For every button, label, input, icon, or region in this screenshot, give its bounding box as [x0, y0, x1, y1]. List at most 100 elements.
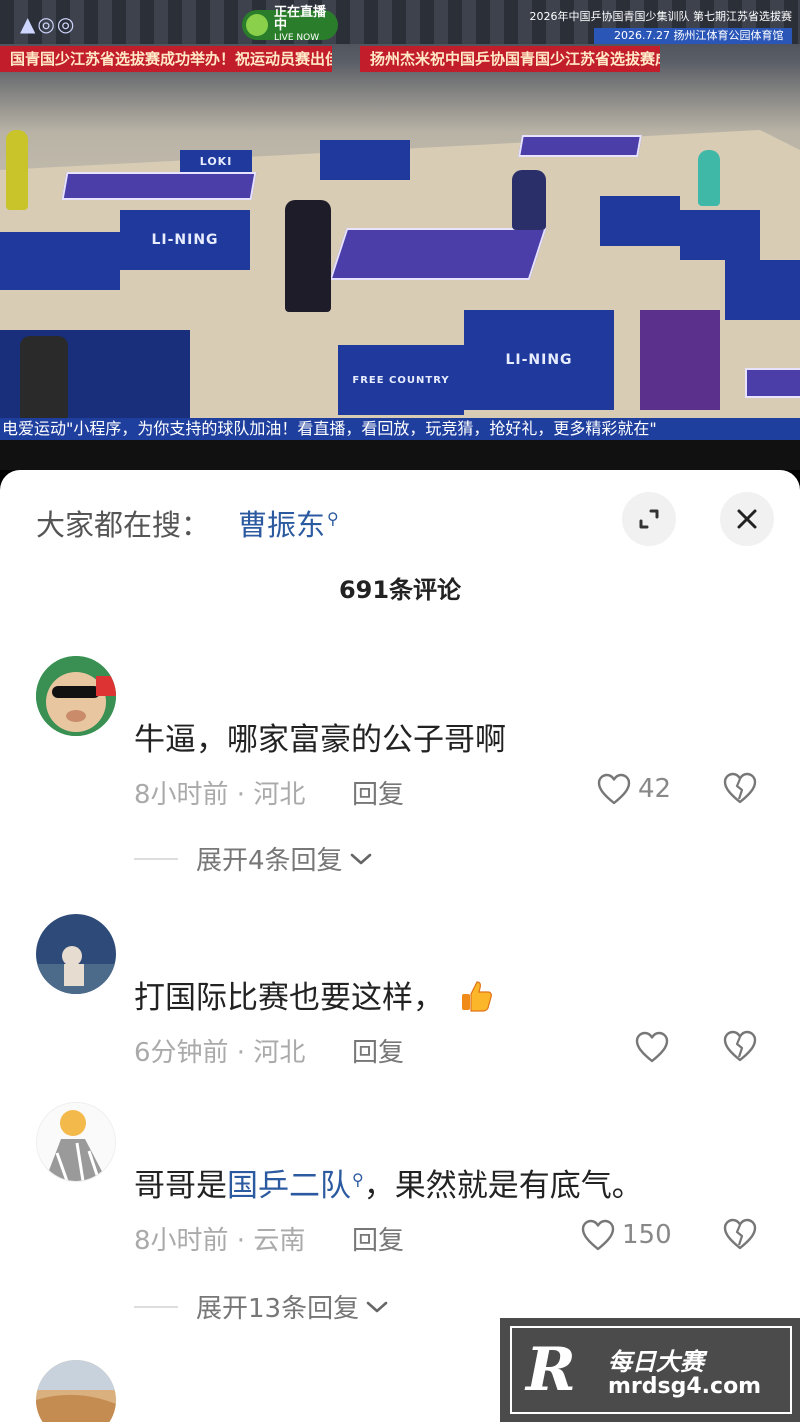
- reply-button[interactable]: 回复: [352, 1032, 404, 1069]
- avatar[interactable]: [36, 914, 116, 994]
- divider-line: [134, 857, 178, 860]
- comment-text: 打国际比赛也要这样，: [134, 972, 494, 1017]
- broadcaster-logo: ▲◎◎: [20, 12, 77, 36]
- ping-pong-table: [745, 368, 800, 398]
- search-icon: ⚲: [327, 509, 339, 529]
- comment-location: 河北: [253, 1038, 306, 1068]
- avatar-image: [36, 1360, 116, 1422]
- comment-meta: 8小时前 · 河北: [134, 780, 306, 810]
- ping-pong-table: [518, 135, 642, 157]
- court-fence: LI-NING: [464, 310, 614, 410]
- close-button[interactable]: [720, 492, 774, 546]
- comment-meta: 8小时前 · 云南: [134, 1226, 306, 1256]
- court-fence: [320, 140, 410, 180]
- broken-heart-icon: [723, 772, 757, 804]
- broken-heart-icon: [723, 1030, 757, 1062]
- comment-text-content: 打国际比赛也要这样，: [134, 980, 444, 1016]
- comment-text-after: ，果然就是有底气。: [363, 1168, 643, 1204]
- player-figure: [512, 170, 546, 230]
- court-fence: LOKI: [180, 150, 252, 172]
- avatar-image: [36, 914, 116, 994]
- watermark-url: mrdsg4.com: [608, 1374, 762, 1399]
- fence-brand-text: LI-NING: [505, 352, 573, 368]
- heart-icon: [597, 773, 631, 805]
- heart-icon: [635, 1031, 669, 1063]
- comment-count: 691条评论: [338, 576, 462, 604]
- like-button[interactable]: 150: [580, 1217, 672, 1253]
- arena-banner-left: 国青国少江苏省选拔赛成功举办！祝运动员赛出佳绩！: [0, 46, 332, 72]
- comment-location: 河北: [253, 780, 306, 810]
- court-fence: [640, 310, 720, 410]
- fence-brand-text: LOKI: [199, 154, 233, 168]
- ping-pong-table: [61, 172, 257, 200]
- heart-icon: [581, 1219, 615, 1251]
- site-watermark: R 每日大赛 mrdsg4.com: [500, 1318, 800, 1422]
- news-ticker: 电爱运动"小程序，为你支持的球队加油！看直播，看回放，玩竞猜，抢好礼，更多精彩就…: [0, 418, 800, 440]
- player-figure: [20, 336, 68, 420]
- fence-brand-text: LI-NING: [151, 232, 219, 248]
- expand-replies-label: 展开13条回复: [196, 1294, 360, 1324]
- like-count: 42: [638, 774, 672, 804]
- court-fence: [725, 260, 800, 320]
- arena-banner-right: 扬州杰米祝中国乒协国青国少江苏省选拔赛成功举办: [360, 46, 660, 72]
- live-label: 正在直播中: [274, 4, 327, 33]
- comment-time: 8小时前: [134, 1226, 229, 1256]
- player-figure: [285, 200, 331, 312]
- fence-brand-text: FREE COUNTRY: [352, 374, 450, 386]
- event-date: 2026.7.27 扬州江体育公园体育馆: [594, 28, 792, 44]
- watermark-logo: R: [526, 1335, 576, 1405]
- trending-search-label: 大家都在搜：: [36, 508, 211, 542]
- avatar[interactable]: [36, 1360, 116, 1422]
- ping-pong-table: [329, 228, 547, 280]
- avatar[interactable]: [36, 656, 116, 736]
- trending-search-term: 曹振东: [238, 508, 326, 542]
- watermark-name: 每日大赛: [608, 1348, 704, 1376]
- event-title: 2026年中国乒协国青国少集训队 第七期江苏省选拔赛: [529, 10, 793, 23]
- court-fence: [600, 196, 680, 246]
- like-button[interactable]: [634, 1029, 676, 1065]
- divider-line: [134, 1305, 178, 1308]
- chevron-down-icon: [366, 1301, 388, 1312]
- broadcast-header: ▲◎◎ 正在直播中 LIVE NOW 2026年中国乒协国青国少集训队 第七期江…: [0, 0, 800, 46]
- comment-text: 牛逼，哪家富豪的公子哥啊: [134, 722, 506, 758]
- avatar-image: [36, 656, 116, 736]
- expand-icon: [639, 509, 659, 529]
- like-count: 150: [622, 1220, 672, 1250]
- court-fence: FREE COUNTRY: [338, 345, 464, 415]
- video-frame: 国青国少江苏省选拔赛成功举办！祝运动员赛出佳绩！ 扬州杰米祝中国乒协国青国少江苏…: [0, 0, 800, 440]
- expand-replies-button[interactable]: 展开13条回复: [134, 1288, 389, 1325]
- expand-button[interactable]: [622, 492, 676, 546]
- comment-meta: 6分钟前 · 河北: [134, 1038, 306, 1068]
- watermark-frame: R 每日大赛 mrdsg4.com: [510, 1326, 792, 1414]
- player-figure: [698, 150, 720, 206]
- comment-time: 8小时前: [134, 780, 229, 810]
- live-indicator-icon: [246, 14, 268, 36]
- search-icon: ⚲: [352, 1169, 364, 1189]
- comment-location: 云南: [253, 1226, 306, 1256]
- avatar[interactable]: [36, 1102, 116, 1182]
- live-sublabel: LIVE NOW: [274, 32, 320, 43]
- comment-time: 6分钟前: [134, 1038, 229, 1068]
- avatar-image: [37, 1103, 115, 1181]
- expand-replies-button[interactable]: 展开4条回复: [134, 840, 373, 877]
- court-fence: [680, 210, 760, 260]
- topic-link[interactable]: 国乒二队⚲: [227, 1168, 364, 1204]
- reply-button[interactable]: 回复: [352, 1220, 404, 1257]
- court-fence: [0, 232, 120, 290]
- broken-heart-icon: [723, 1218, 757, 1250]
- comment-text: 哥哥是国乒二队⚲，果然就是有底气。: [134, 1160, 643, 1205]
- dislike-button[interactable]: [722, 1217, 758, 1253]
- reply-button[interactable]: 回复: [352, 774, 404, 811]
- live-badge: 正在直播中 LIVE NOW: [242, 6, 338, 43]
- comment-text-before: 哥哥是: [134, 1168, 227, 1204]
- dislike-button[interactable]: [722, 771, 758, 807]
- player-figure: [6, 130, 28, 210]
- thumbs-up-icon: [461, 981, 492, 1012]
- court-fence: LI-NING: [120, 210, 250, 270]
- expand-replies-label: 展开4条回复: [196, 846, 343, 876]
- like-button[interactable]: 42: [596, 771, 671, 807]
- close-icon: [737, 509, 757, 529]
- trending-search-link[interactable]: 曹振东 ⚲: [238, 502, 339, 544]
- live-video-player[interactable]: 国青国少江苏省选拔赛成功举办！祝运动员赛出佳绩！ 扬州杰米祝中国乒协国青国少江苏…: [0, 0, 800, 470]
- dislike-button[interactable]: [722, 1029, 758, 1065]
